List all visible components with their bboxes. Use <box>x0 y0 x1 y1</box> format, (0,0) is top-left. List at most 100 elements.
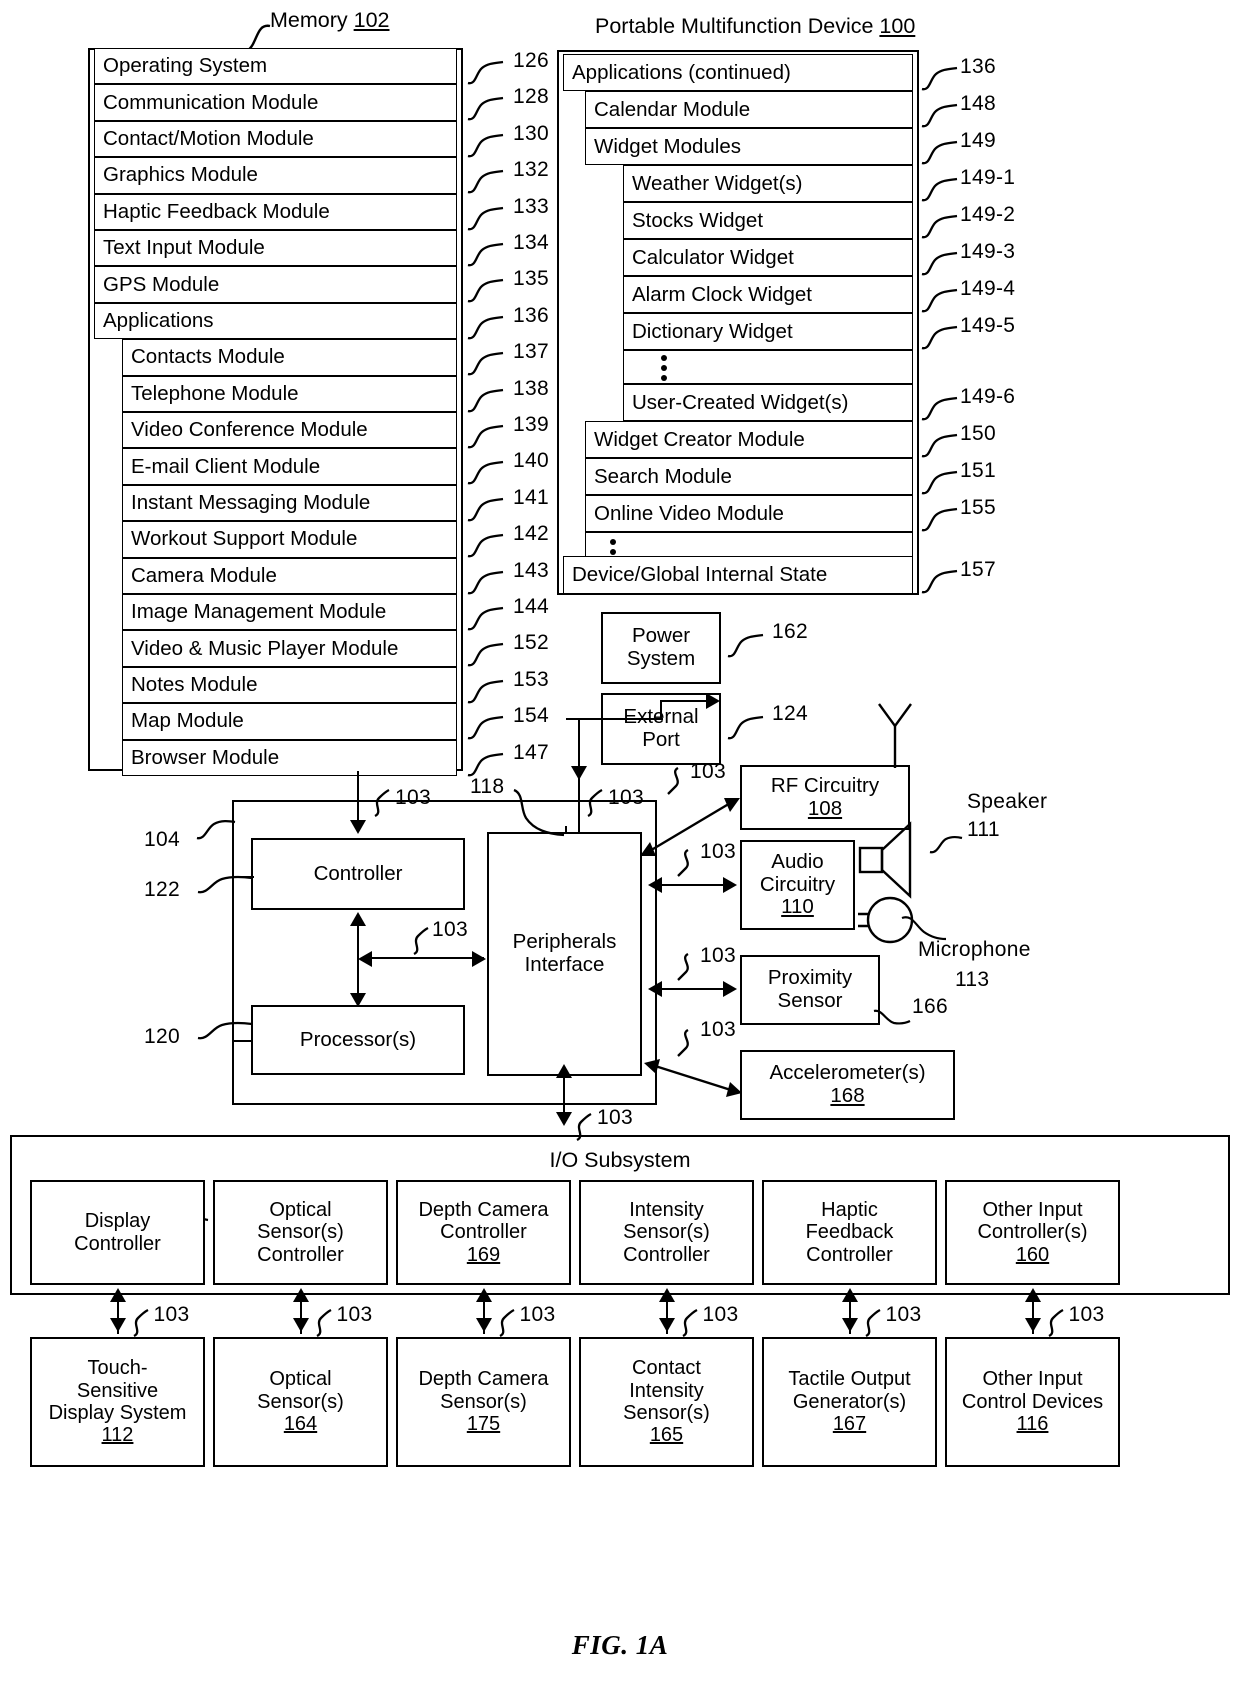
bus-label-memory-controller-leader <box>371 788 393 818</box>
extport-v-up <box>660 700 662 720</box>
device-widget-ref-0-leader <box>920 174 960 204</box>
memory-row-ref-19: 147 <box>513 740 549 764</box>
bus-label-periph-top: 103 <box>608 786 644 809</box>
microphone-ref: 113 <box>955 968 990 991</box>
proximity-leader <box>872 1005 912 1031</box>
memory-row-leader-7 <box>466 312 506 342</box>
device-tail-row-1-label: Search Module <box>594 464 732 488</box>
rf-circuitry-ref: 108 <box>807 796 843 820</box>
device-widget-modules-ref: 149 <box>960 129 996 152</box>
core-ref-120-leader <box>196 1020 254 1046</box>
memory-row-ref-16: 152 <box>513 631 549 655</box>
device-box-1-line2: Sensor(s) <box>257 1390 344 1413</box>
io-link-arrow-down-5 <box>1024 1318 1041 1332</box>
extport-stub <box>566 718 580 720</box>
figure-caption: FIG. 1A <box>571 1630 669 1660</box>
device-widget-ref-3-leader <box>920 285 960 315</box>
io-controller-1-line1: Optical <box>269 1198 332 1221</box>
bus-label-io-leader <box>573 1112 595 1142</box>
memory-row-label: Video Conference Module <box>131 418 368 442</box>
device-box-1-ref: 164 <box>283 1413 318 1436</box>
device-box-0: Touch- Sensitive Display System 112 <box>30 1337 205 1467</box>
bus-label-io: 103 <box>597 1106 633 1129</box>
memory-row-label: Operating System <box>103 54 268 78</box>
memory-row-label: Text Input Module <box>103 236 265 260</box>
memory-row-leader-12 <box>466 494 506 524</box>
memory-row-label: Telephone Module <box>131 381 299 405</box>
device-global-state-leader <box>920 566 960 596</box>
power-system-leader <box>726 630 766 660</box>
memory-row-label: Graphics Module <box>103 163 258 187</box>
memory-title: Memory 102 <box>270 8 390 33</box>
device-box-2-line1: Depth Camera <box>418 1368 549 1391</box>
memory-row-label: E-mail Client Module <box>131 454 321 478</box>
device-tail-ref-1: 151 <box>960 459 996 482</box>
memory-row-ref-2: 130 <box>513 121 549 145</box>
memory-row-2: Contact/Motion Module <box>94 120 457 158</box>
device-box-1-line1: Optical <box>269 1368 332 1391</box>
memory-row-label: GPS Module <box>103 272 220 296</box>
microphone-leader <box>900 912 950 946</box>
io-link-bus-label-3: 103 <box>702 1303 739 1326</box>
audio-line1: Audio <box>771 849 824 873</box>
peripherals-to-io-arrow-up <box>556 1064 572 1078</box>
io-link-bus-label-5: 103 <box>1068 1303 1105 1326</box>
device-applications-ref: 136 <box>960 55 996 78</box>
device-widget-ref-1-leader <box>920 211 960 241</box>
memory-row-ref-14: 143 <box>513 558 549 582</box>
device-widget-row-4: Dictionary Widget <box>623 313 913 350</box>
memory-row-ref-18: 154 <box>513 704 549 728</box>
controller-box: Controller <box>251 838 465 910</box>
device-box-4: Tactile Output Generator(s) 167 <box>762 1337 937 1467</box>
memory-row-7: Applications <box>94 302 457 340</box>
io-controller-5-line1: Other Input <box>982 1198 1083 1221</box>
accelerometer-label: Accelerometer(s) <box>769 1061 926 1085</box>
memory-row-leader-16 <box>466 639 506 669</box>
memory-row-label: Camera Module <box>131 563 277 587</box>
memory-row-leader-11 <box>466 457 506 487</box>
device-widget-ref-1: 149-2 <box>960 203 1016 226</box>
device-title-ref: 100 <box>879 14 916 38</box>
memory-row-ref-3: 132 <box>513 158 549 182</box>
proximity-arrow-left <box>648 981 662 997</box>
io-controller-box-0: Display Controller <box>30 1180 205 1285</box>
io-controller-2-ref: 169 <box>466 1243 501 1266</box>
io-controller-5-ref: 160 <box>1015 1243 1050 1266</box>
io-link-bus-label-1: 103 <box>336 1303 373 1326</box>
device-calendar-ref-leader <box>920 100 960 130</box>
device-box-5-line2: Control Devices <box>961 1390 1104 1413</box>
bus-label-rf-leader <box>666 766 688 796</box>
device-box-0-line1: Touch- <box>87 1357 148 1380</box>
io-controller-box-3: Intensity Sensor(s) Controller <box>579 1180 754 1285</box>
device-tail-row-2-label: Online Video Module <box>594 501 784 525</box>
memory-row-5: Text Input Module <box>94 230 457 267</box>
proximity-ref: 166 <box>912 995 948 1018</box>
device-tail-row-0-label: Widget Creator Module <box>594 427 805 451</box>
memory-row-leader-13 <box>466 530 506 560</box>
device-global-state-row: Device/Global Internal State <box>563 556 913 594</box>
core-ref-122: 122 <box>144 878 180 901</box>
audio-circuitry-box: Audio Circuitry 110 <box>740 840 855 930</box>
io-controller-3-line1: Intensity <box>629 1198 704 1221</box>
memory-row-15: Image Management Module <box>122 594 457 631</box>
memory-row-label: Communication Module <box>103 90 319 114</box>
core-ref-120: 120 <box>144 1025 180 1048</box>
memory-row-leader-14 <box>466 567 506 597</box>
device-box-2: Depth Camera Sensor(s) 175 <box>396 1337 571 1467</box>
device-applications-row: Applications (continued) <box>563 54 913 91</box>
memory-row-leader-10 <box>466 421 506 451</box>
io-link-bus-label-4: 103 <box>885 1303 922 1326</box>
device-box-5: Other Input Control Devices 116 <box>945 1337 1120 1467</box>
memory-to-controller-arrow <box>350 820 366 834</box>
memory-row-label: Contact/Motion Module <box>103 126 314 150</box>
core-bus-horizontal <box>366 957 484 959</box>
memory-title-text: Memory <box>270 8 354 32</box>
memory-row-ref-17: 153 <box>513 667 549 691</box>
memory-row-ref-9: 138 <box>513 376 549 400</box>
io-link-arrow-down-4 <box>841 1318 858 1332</box>
io-controller-box-2: Depth Camera Controller 169 <box>396 1180 571 1285</box>
memory-row-leader-0 <box>466 57 506 87</box>
device-widget-row-2-label: Calculator Widget <box>632 245 794 269</box>
controller-processor-arrow-up <box>350 912 366 926</box>
io-link-arrow-down-3 <box>658 1318 675 1332</box>
